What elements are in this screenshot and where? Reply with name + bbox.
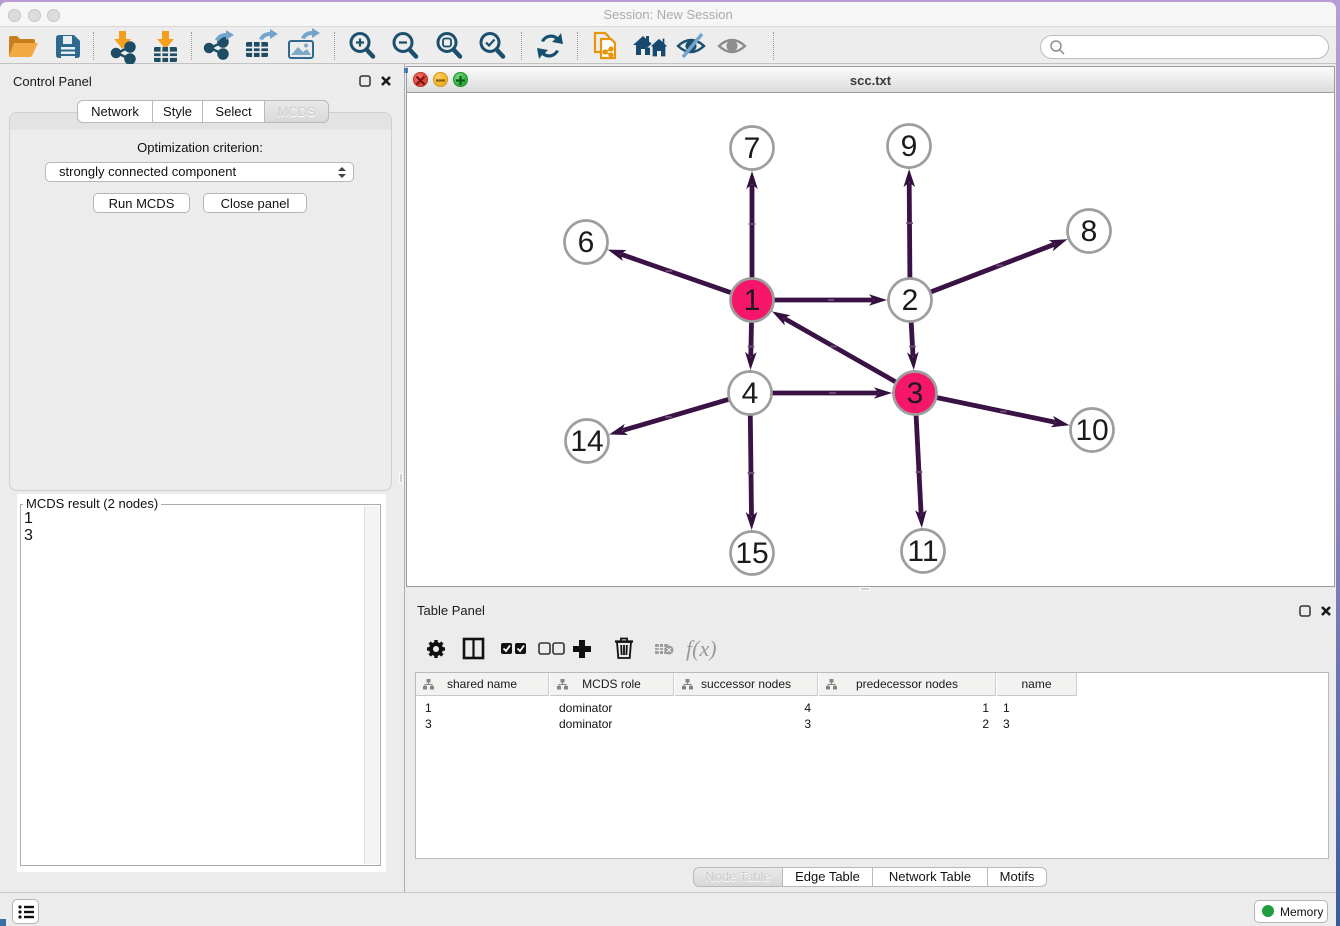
svg-text:10: 10: [1075, 414, 1108, 447]
svg-text:15: 15: [735, 537, 768, 570]
svg-text:6: 6: [578, 226, 595, 259]
svg-text:11: 11: [907, 535, 938, 568]
svg-text:4: 4: [742, 377, 759, 410]
svg-text:9: 9: [901, 130, 918, 163]
svg-text:2: 2: [902, 284, 919, 317]
svg-text:f(x): f(x): [686, 636, 717, 661]
svg-text:8: 8: [1081, 215, 1098, 248]
svg-text:3: 3: [907, 377, 924, 410]
svg-text:14: 14: [570, 425, 603, 458]
svg-text:1: 1: [744, 284, 761, 317]
svg-text:7: 7: [744, 132, 761, 165]
